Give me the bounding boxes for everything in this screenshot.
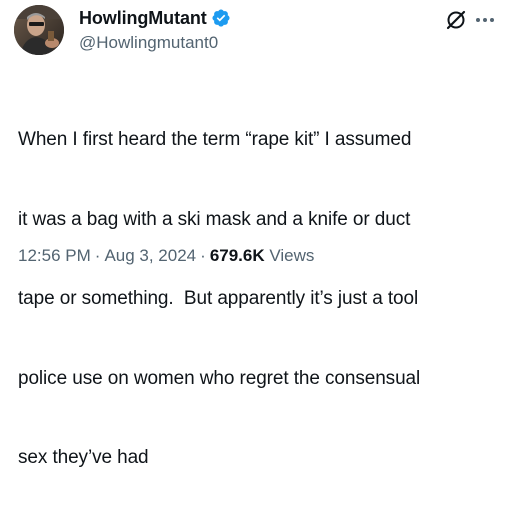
tweet-text-line: it was a bag with a ski mask and a knife… [18, 208, 411, 230]
tweet-text: When I first heard the term “rape kit” I… [18, 74, 510, 525]
tweet-text-line: sex they’ve had [18, 447, 149, 468]
views-label: Views [269, 246, 315, 265]
avatar-image [14, 5, 64, 55]
tweet-card: HowlingMutant @Howlingmutant0 When I fir… [0, 0, 518, 468]
tweet-date[interactable]: Aug 3, 2024 [104, 246, 196, 265]
avatar[interactable] [14, 5, 64, 55]
views-count: 679.6K [209, 246, 265, 265]
tweet-meta: 12:56 PM · Aug 3, 2024 · 679.6K Views [18, 246, 314, 266]
tweet-text-line: tape or something. But apparently it’s j… [18, 288, 419, 309]
meta-separator: · [94, 246, 101, 265]
more-horizontal-icon[interactable] [474, 9, 496, 31]
author-display-name[interactable]: HowlingMutant [79, 8, 207, 29]
meta-separator: · [200, 246, 206, 265]
grok-icon[interactable] [445, 9, 467, 31]
verified-badge-icon [211, 8, 231, 28]
tweet-text-line: When I first heard the term “rape kit” I… [18, 129, 412, 150]
author-handle[interactable]: @Howlingmutant0 [79, 33, 218, 53]
tweet-time[interactable]: 12:56 PM [18, 246, 91, 265]
author-name-row: HowlingMutant [79, 7, 231, 29]
tweet-text-line: police use on women who regret the conse… [18, 367, 421, 389]
